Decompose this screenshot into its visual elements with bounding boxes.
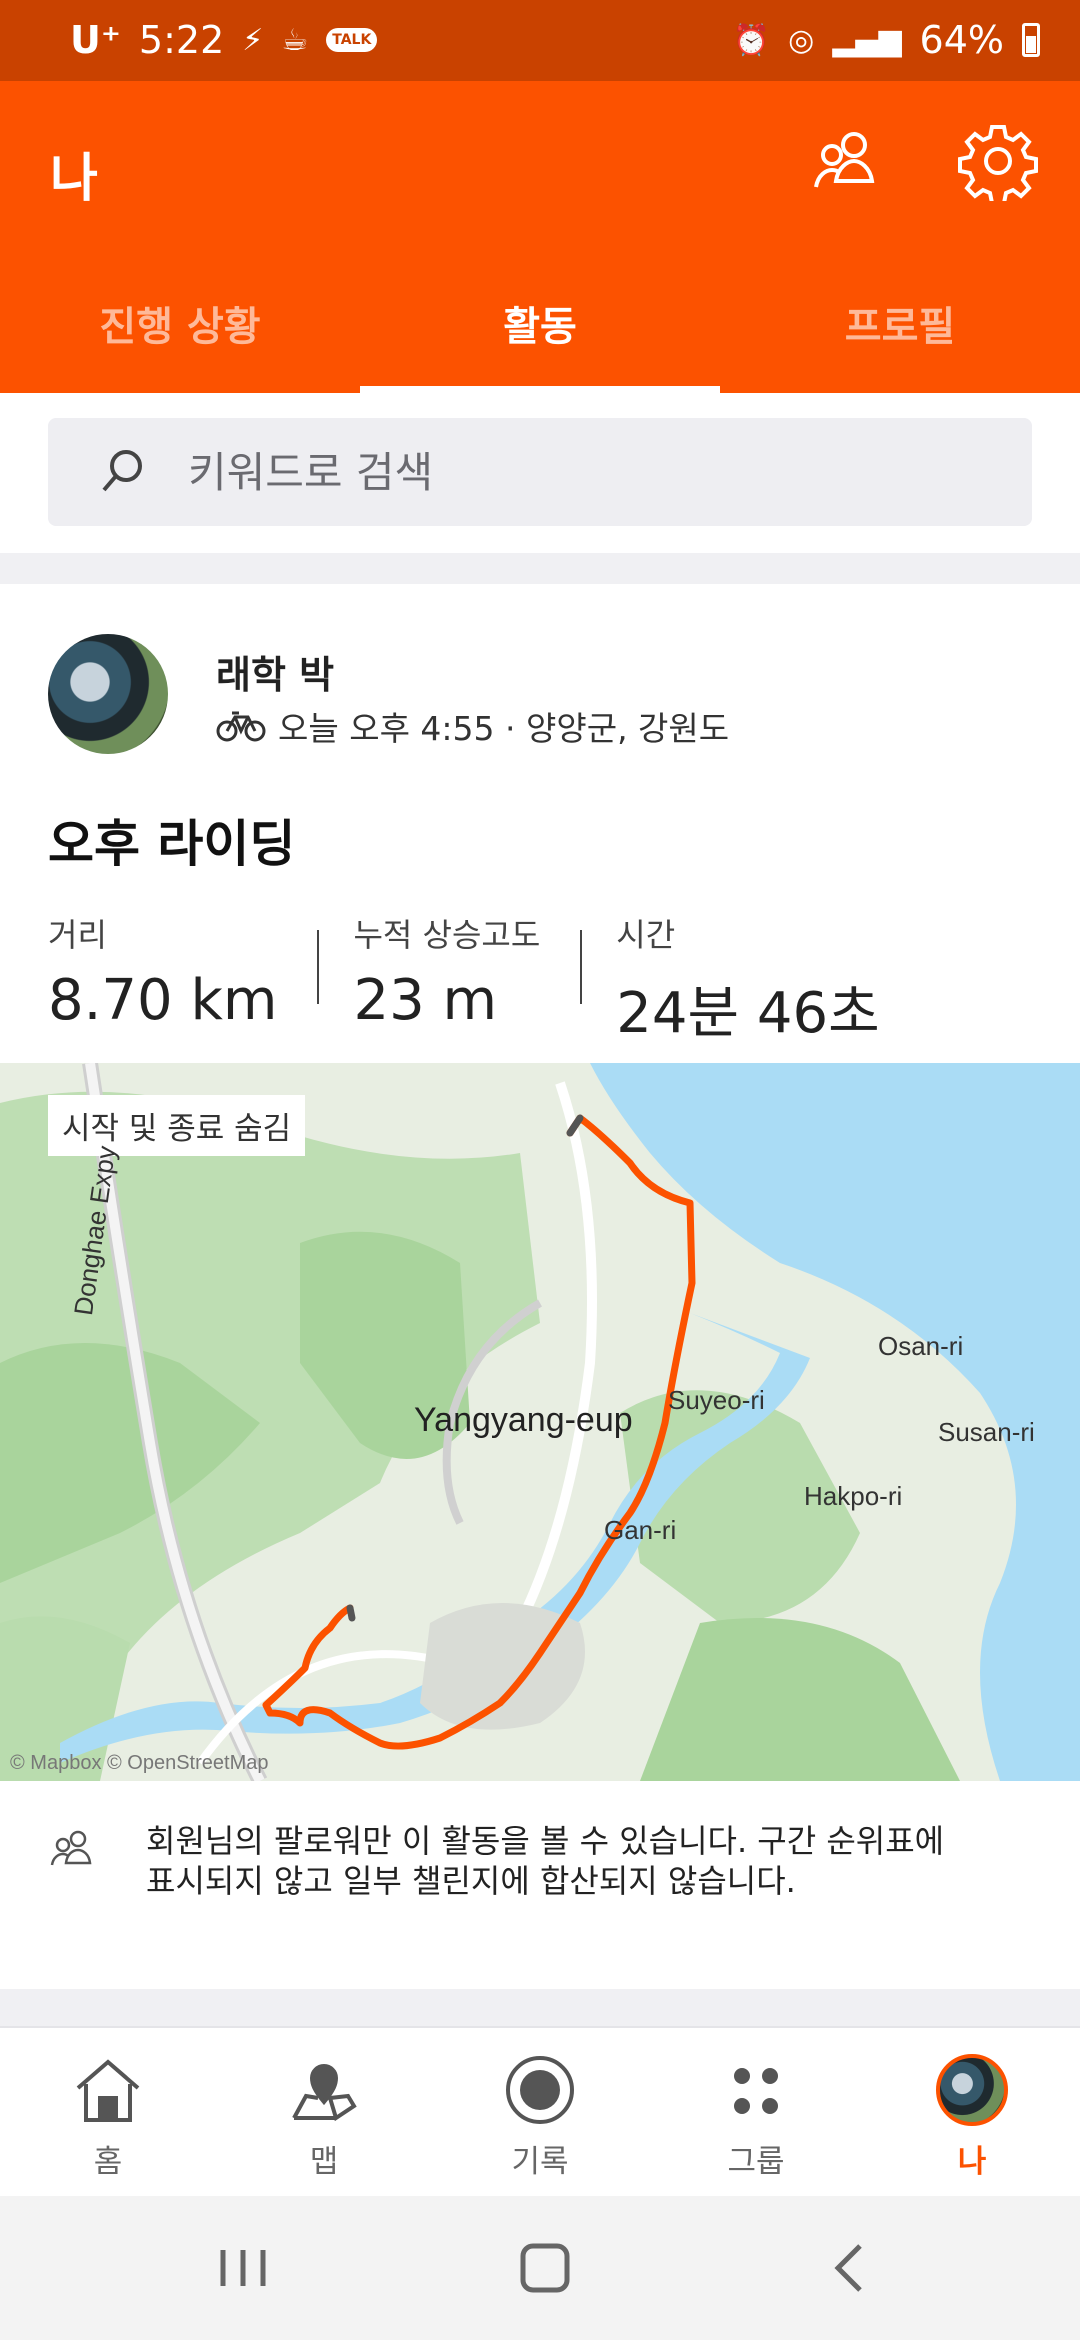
record-icon <box>504 2054 576 2126</box>
bottom-navigation: 홈 맵 기록 그룹 나 <box>0 2026 1080 2196</box>
map-label-osan: Osan-ri <box>878 1331 964 1361</box>
page-title: 나 <box>50 149 98 209</box>
system-navigation-bar <box>0 2196 1080 2340</box>
nav-label: 홈 <box>93 2144 123 2180</box>
map-label-town: Yangyang-eup <box>414 1401 633 1439</box>
map-pin-icon <box>288 2054 360 2126</box>
signal-5g-icon: ▂▄▆ <box>832 22 902 58</box>
settings-gear-icon[interactable] <box>958 121 1038 205</box>
stat-distance: 거리 8.70 km <box>48 910 317 1049</box>
bicycle-icon <box>216 711 266 742</box>
nav-label: 그룹 <box>727 2144 785 2180</box>
section-divider <box>0 553 1080 584</box>
tab-activities[interactable]: 활동 <box>360 253 720 393</box>
nav-record[interactable]: 기록 <box>432 2028 648 2196</box>
stat-time: 시간 24분 46초 <box>580 910 919 1049</box>
battery-percent: 64% <box>919 18 1004 62</box>
nav-home[interactable]: 홈 <box>0 2028 216 2196</box>
nav-label: 맵 <box>309 2144 339 2180</box>
activity-stats: 거리 8.70 km 누적 상승고도 23 m 시간 24분 46초 <box>48 910 920 1049</box>
nav-you[interactable]: 나 <box>864 2028 1080 2196</box>
nav-label: 기록 <box>511 2144 569 2180</box>
map-label-susan: Susan-ri <box>938 1417 1035 1447</box>
profile-avatar <box>936 2054 1008 2126</box>
talk-notification-icon: TALK <box>326 28 378 52</box>
athlete-name[interactable]: 래학 박 <box>216 644 334 699</box>
tab-progress[interactable]: 진행 상황 <box>0 253 360 393</box>
hotspot-icon: ◎ <box>788 22 815 58</box>
stat-value: 24분 46초 <box>616 981 880 1046</box>
activity-title[interactable]: 오후 라이딩 <box>48 804 295 876</box>
section-divider <box>0 1989 1080 2026</box>
stat-label: 거리 <box>48 916 107 954</box>
home-icon <box>72 2054 144 2126</box>
stat-value: 23 m <box>353 968 498 1033</box>
hide-start-end-chip[interactable]: 시작 및 종료 숨김 <box>48 1095 306 1156</box>
map-label-gan: Gan-ri <box>604 1515 677 1545</box>
status-bar: U⁺ 5:22 ⚡ ☕ TALK ⏰ ◎ ▂▄▆ 64% <box>0 0 1080 81</box>
home-button-icon[interactable] <box>505 2236 585 2300</box>
battery-icon <box>1022 23 1040 57</box>
app-header: 나 진행 상황 활동 프로필 <box>0 81 1080 393</box>
status-right: ⏰ ◎ ▂▄▆ 64% <box>733 18 1040 62</box>
alarm-icon: ⏰ <box>732 22 771 58</box>
visibility-notice-text: 회원님의 팔로워만 이 활동을 볼 수 있습니다. 구간 순위표에 표시되지 않… <box>146 1822 945 1900</box>
stat-label: 시간 <box>616 916 676 954</box>
tab-profile[interactable]: 프로필 <box>720 253 1080 393</box>
map-attribution[interactable]: © Mapbox © OpenStreetMap <box>10 1752 269 1775</box>
stat-elevation: 누적 상승고도 23 m <box>317 910 580 1049</box>
recent-apps-icon[interactable] <box>203 2236 283 2300</box>
athlete-avatar[interactable] <box>48 634 168 754</box>
map-label-suyeo: Suyeo-ri <box>668 1385 765 1415</box>
back-icon[interactable] <box>808 2236 888 2300</box>
stat-value: 8.70 km <box>48 968 278 1033</box>
groups-icon <box>720 2054 792 2126</box>
map-label-hakpo: Hakpo-ri <box>804 1481 903 1511</box>
find-friends-icon[interactable] <box>806 121 886 201</box>
stat-label: 누적 상승고도 <box>353 916 541 954</box>
nav-groups[interactable]: 그룹 <box>648 2028 864 2196</box>
search-box[interactable] <box>48 418 1032 526</box>
search-icon <box>102 450 142 492</box>
status-left: U⁺ 5:22 ⚡ ☕ TALK <box>70 18 378 62</box>
nav-label: 나 <box>957 2144 987 2180</box>
clock-time: 5:22 <box>138 18 225 62</box>
coffee-notification-icon: ☕ <box>281 22 309 58</box>
nav-maps[interactable]: 맵 <box>216 2028 432 2196</box>
activity-meta: 오늘 오후 4:55 · 양양군, 강원도 <box>216 702 729 750</box>
route-map[interactable]: 시작 및 종료 숨김 Donghae Expy Yangyang-eup Osa… <box>0 1063 1080 1781</box>
followers-icon <box>50 1830 92 1866</box>
visibility-notice: 회원님의 팔로워만 이 활동을 볼 수 있습니다. 구간 순위표에 표시되지 않… <box>0 1781 1080 1989</box>
activity-date-location: 오늘 오후 4:55 · 양양군, 강원도 <box>278 709 730 748</box>
search-section <box>0 393 1080 553</box>
carrier-label: U⁺ <box>70 18 121 62</box>
strava-notification-icon: ⚡ <box>242 22 264 58</box>
search-input[interactable] <box>188 447 988 497</box>
top-tabs: 진행 상황 활동 프로필 <box>0 253 1080 393</box>
